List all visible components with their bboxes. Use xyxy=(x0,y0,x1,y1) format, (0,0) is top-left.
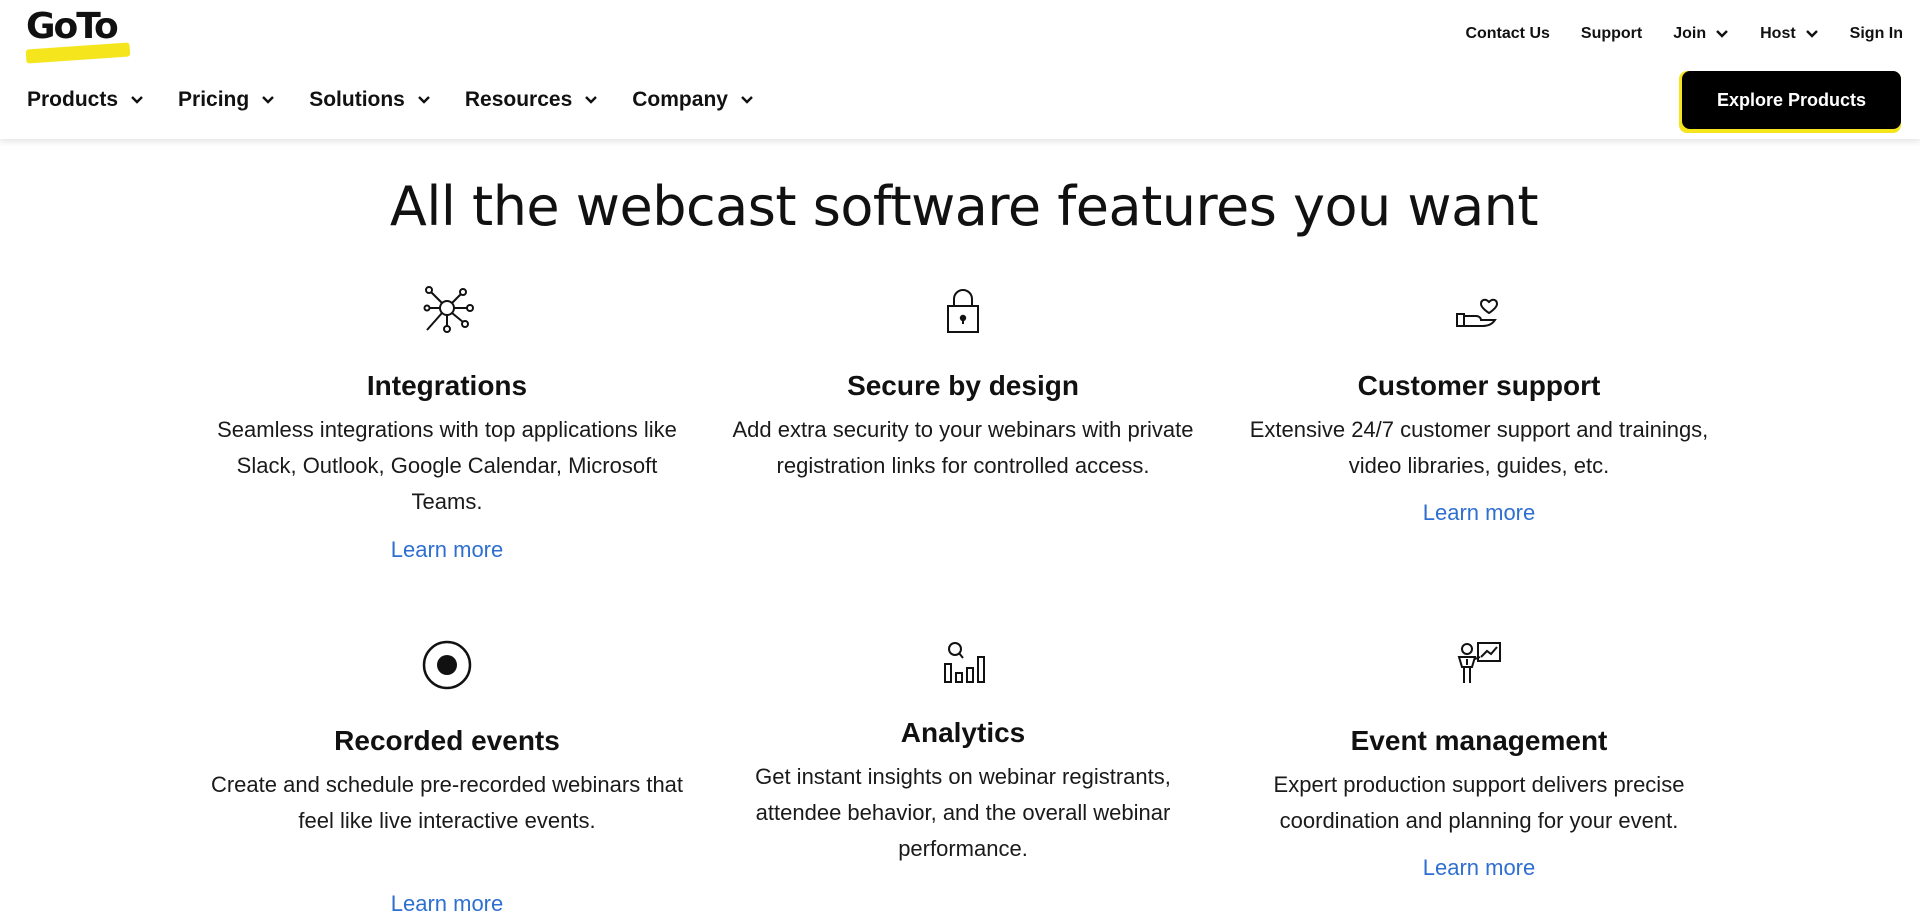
hand-heart-icon xyxy=(1451,282,1507,338)
nav-resources[interactable]: Resources xyxy=(465,88,598,112)
chevron-down-icon xyxy=(261,95,275,105)
feature-description: Get instant insights on webinar registra… xyxy=(755,764,1171,861)
utility-join-label: Join xyxy=(1673,25,1707,42)
chevron-down-icon xyxy=(1715,29,1729,39)
chevron-down-icon xyxy=(584,95,598,105)
utility-nav: Contact Us Support Join Host Sign In xyxy=(1434,22,1903,46)
utility-host-label: Host xyxy=(1760,25,1796,42)
feature-title: Integrations xyxy=(366,370,528,401)
record-icon xyxy=(419,637,475,693)
utility-join-menu[interactable]: Join xyxy=(1673,25,1729,43)
feature-title: Secure by design xyxy=(847,370,1079,401)
feature-analytics: Analytics Get instant insights on webina… xyxy=(713,637,1213,887)
learn-more-link[interactable]: Learn more xyxy=(197,891,697,917)
chevron-down-icon xyxy=(417,95,431,105)
nav-pricing-label: Pricing xyxy=(178,88,250,111)
nav-company-label: Company xyxy=(632,88,728,111)
utility-sign-in-label: Sign In xyxy=(1849,25,1903,42)
feature-title: Recorded events xyxy=(334,725,560,756)
page-headline: All the webcast software features you wa… xyxy=(389,175,1539,238)
site-header: GoTo Contact Us Support Join Host Sign I… xyxy=(0,0,1920,139)
feature-customer-support: Customer support Extensive 24/7 customer… xyxy=(1229,282,1729,542)
main-nav: Products Pricing Solutions Resources Com… xyxy=(27,86,788,114)
feature-secure-by-design: Secure by design Add extra security to y… xyxy=(713,282,1213,542)
feature-description: Add extra security to your webinars with… xyxy=(732,417,1194,478)
feature-description: Expert production support delivers preci… xyxy=(1273,772,1685,833)
utility-contact-us-label: Contact Us xyxy=(1465,25,1550,42)
nav-solutions-label: Solutions xyxy=(309,88,405,111)
chevron-down-icon xyxy=(740,95,754,105)
nav-products[interactable]: Products xyxy=(27,88,144,112)
nav-products-label: Products xyxy=(27,88,119,111)
feature-title: Customer support xyxy=(1357,370,1601,401)
chevron-down-icon xyxy=(130,95,144,105)
feature-integrations: Integrations Seamless integrations with … xyxy=(197,282,697,572)
integrations-network-icon xyxy=(419,282,475,338)
learn-more-link[interactable]: Learn more xyxy=(1229,855,1729,881)
goto-logo[interactable]: GoTo xyxy=(25,6,132,64)
feature-event-management: Event management Expert production suppo… xyxy=(1229,637,1729,897)
presenter-board-icon xyxy=(1451,637,1507,693)
nav-resources-label: Resources xyxy=(464,88,573,111)
learn-more-link[interactable]: Learn more xyxy=(197,537,697,563)
analytics-chart-icon xyxy=(935,637,991,693)
logo-text: GoTo xyxy=(26,6,119,47)
explore-products-label: Explore Products xyxy=(1682,71,1901,129)
utility-support-label: Support xyxy=(1580,25,1643,42)
feature-description: Seamless integrations with top applicati… xyxy=(217,417,677,514)
feature-title: Analytics xyxy=(900,717,1026,748)
utility-support[interactable]: Support xyxy=(1581,25,1642,43)
explore-products-button[interactable]: Explore Products xyxy=(1679,71,1901,133)
utility-host-menu[interactable]: Host xyxy=(1760,25,1819,43)
learn-more-link[interactable]: Learn more xyxy=(1229,500,1729,526)
feature-description: Create and schedule pre-recorded webinar… xyxy=(210,772,684,833)
chevron-down-icon xyxy=(1805,29,1819,39)
nav-solutions[interactable]: Solutions xyxy=(309,88,431,112)
feature-description: Extensive 24/7 customer support and trai… xyxy=(1249,417,1709,478)
feature-title: Event management xyxy=(1350,725,1608,756)
feature-recorded-events: Recorded events Create and schedule pre-… xyxy=(197,637,697,917)
nav-company[interactable]: Company xyxy=(632,88,754,112)
nav-pricing[interactable]: Pricing xyxy=(178,88,275,112)
utility-contact-us[interactable]: Contact Us xyxy=(1465,25,1549,43)
utility-sign-in[interactable]: Sign In xyxy=(1850,25,1903,43)
padlock-icon xyxy=(935,282,991,338)
